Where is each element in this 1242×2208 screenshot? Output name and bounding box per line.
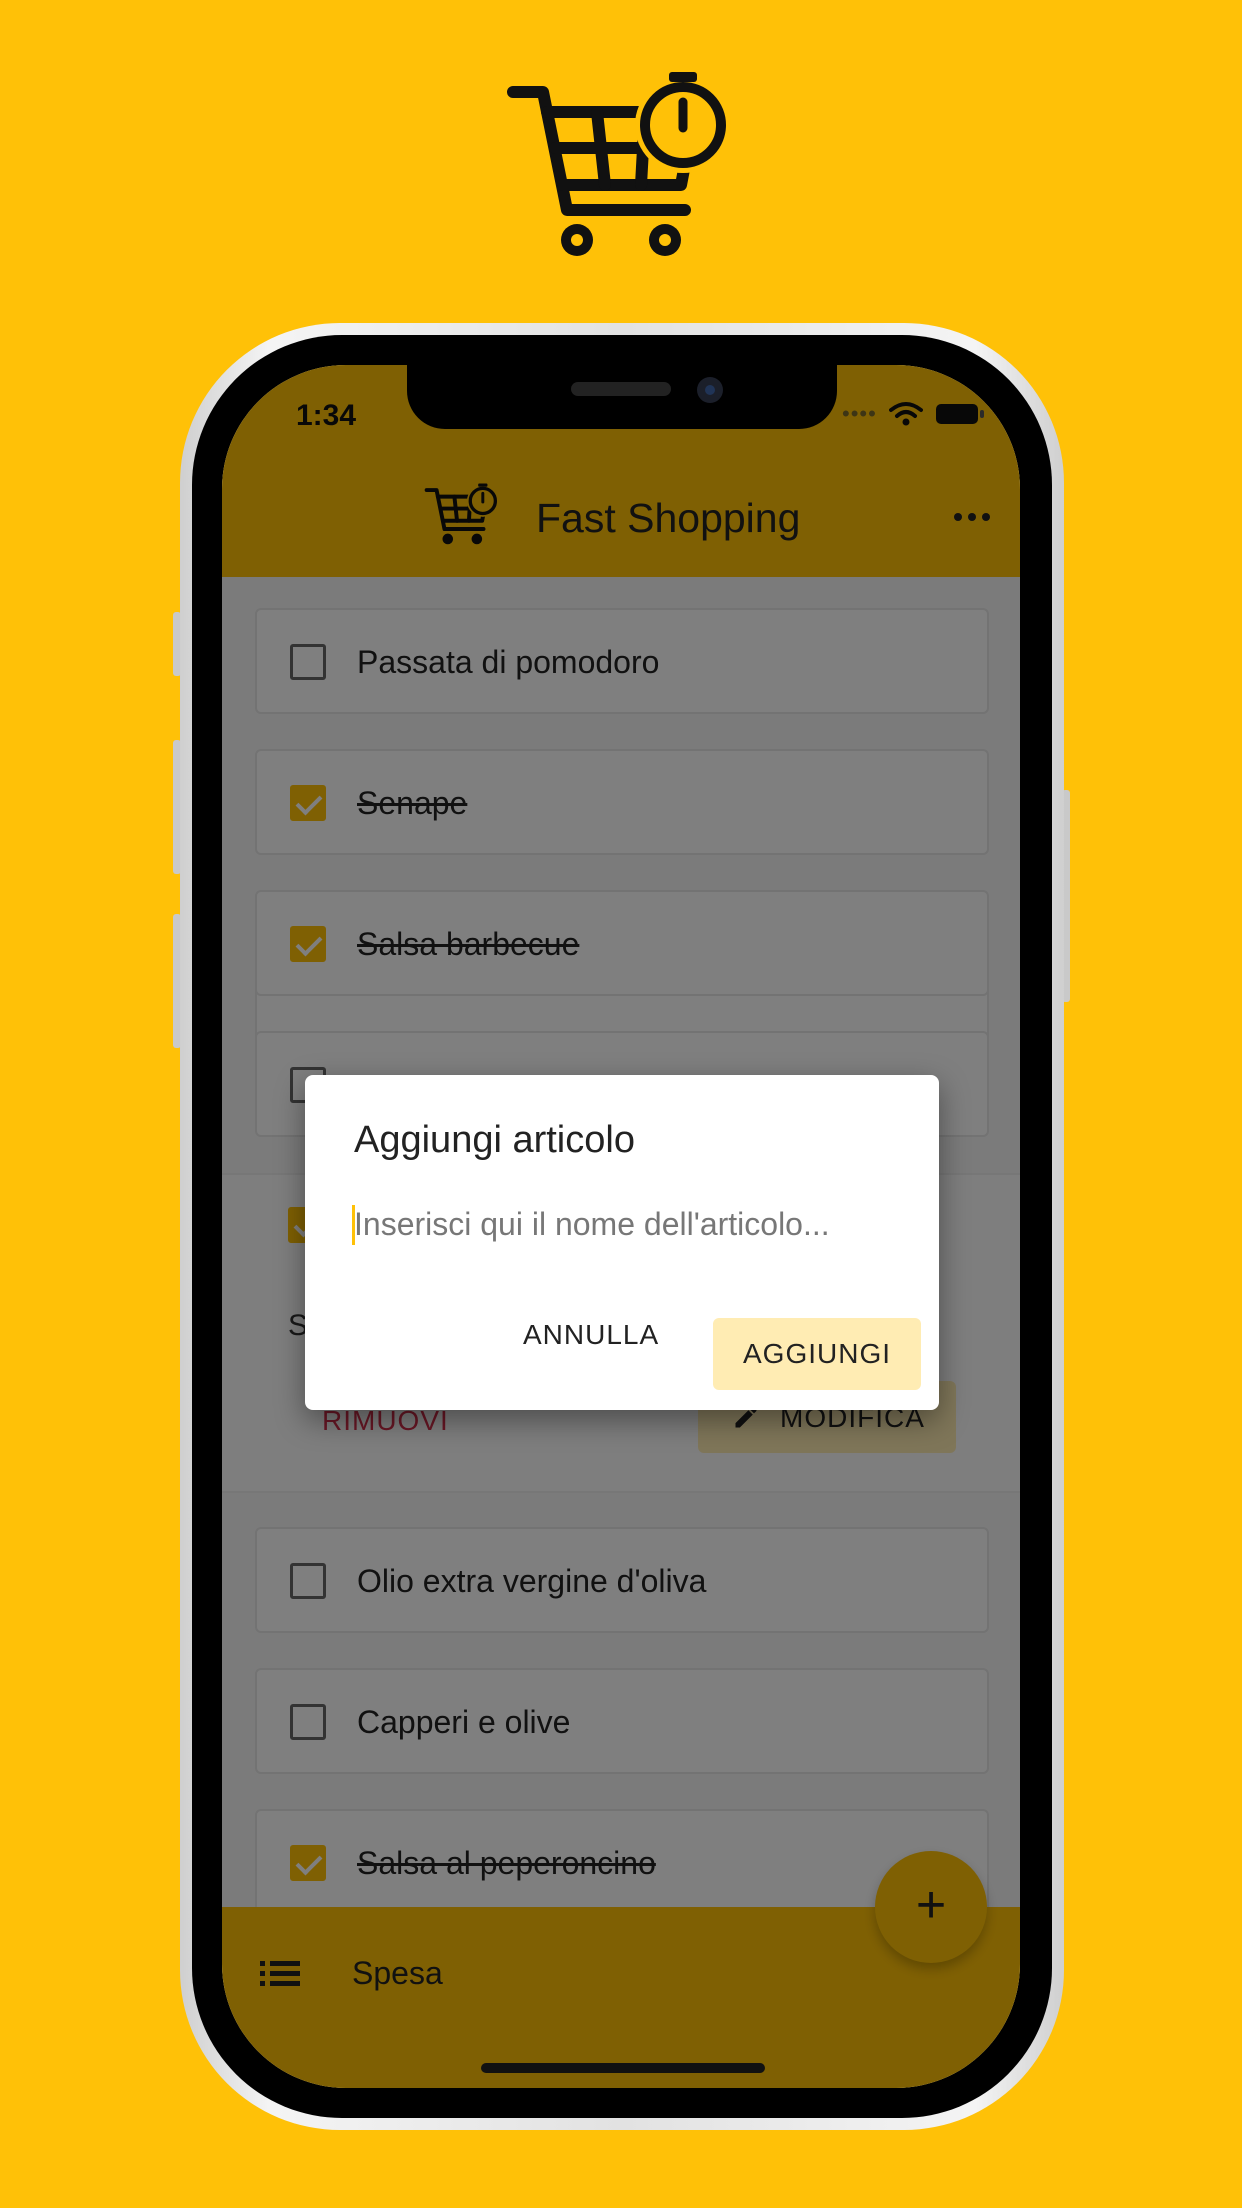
item-name-input[interactable] bbox=[354, 1203, 894, 1245]
add-item-dialog: Aggiungi articolo ANNULLA AGGIUNGI bbox=[305, 1075, 939, 1410]
cancel-button[interactable]: ANNULLA bbox=[523, 1319, 659, 1351]
dialog-title: Aggiungi articolo bbox=[354, 1119, 635, 1161]
notch bbox=[407, 365, 837, 429]
app-logo-cart-timer-icon bbox=[507, 72, 731, 256]
add-button[interactable]: AGGIUNGI bbox=[713, 1318, 921, 1390]
earpiece-speaker bbox=[571, 382, 671, 396]
front-camera bbox=[697, 377, 723, 403]
phone-screen: Passata di pomodoro Senape Salsa barbecu… bbox=[222, 365, 1020, 2088]
